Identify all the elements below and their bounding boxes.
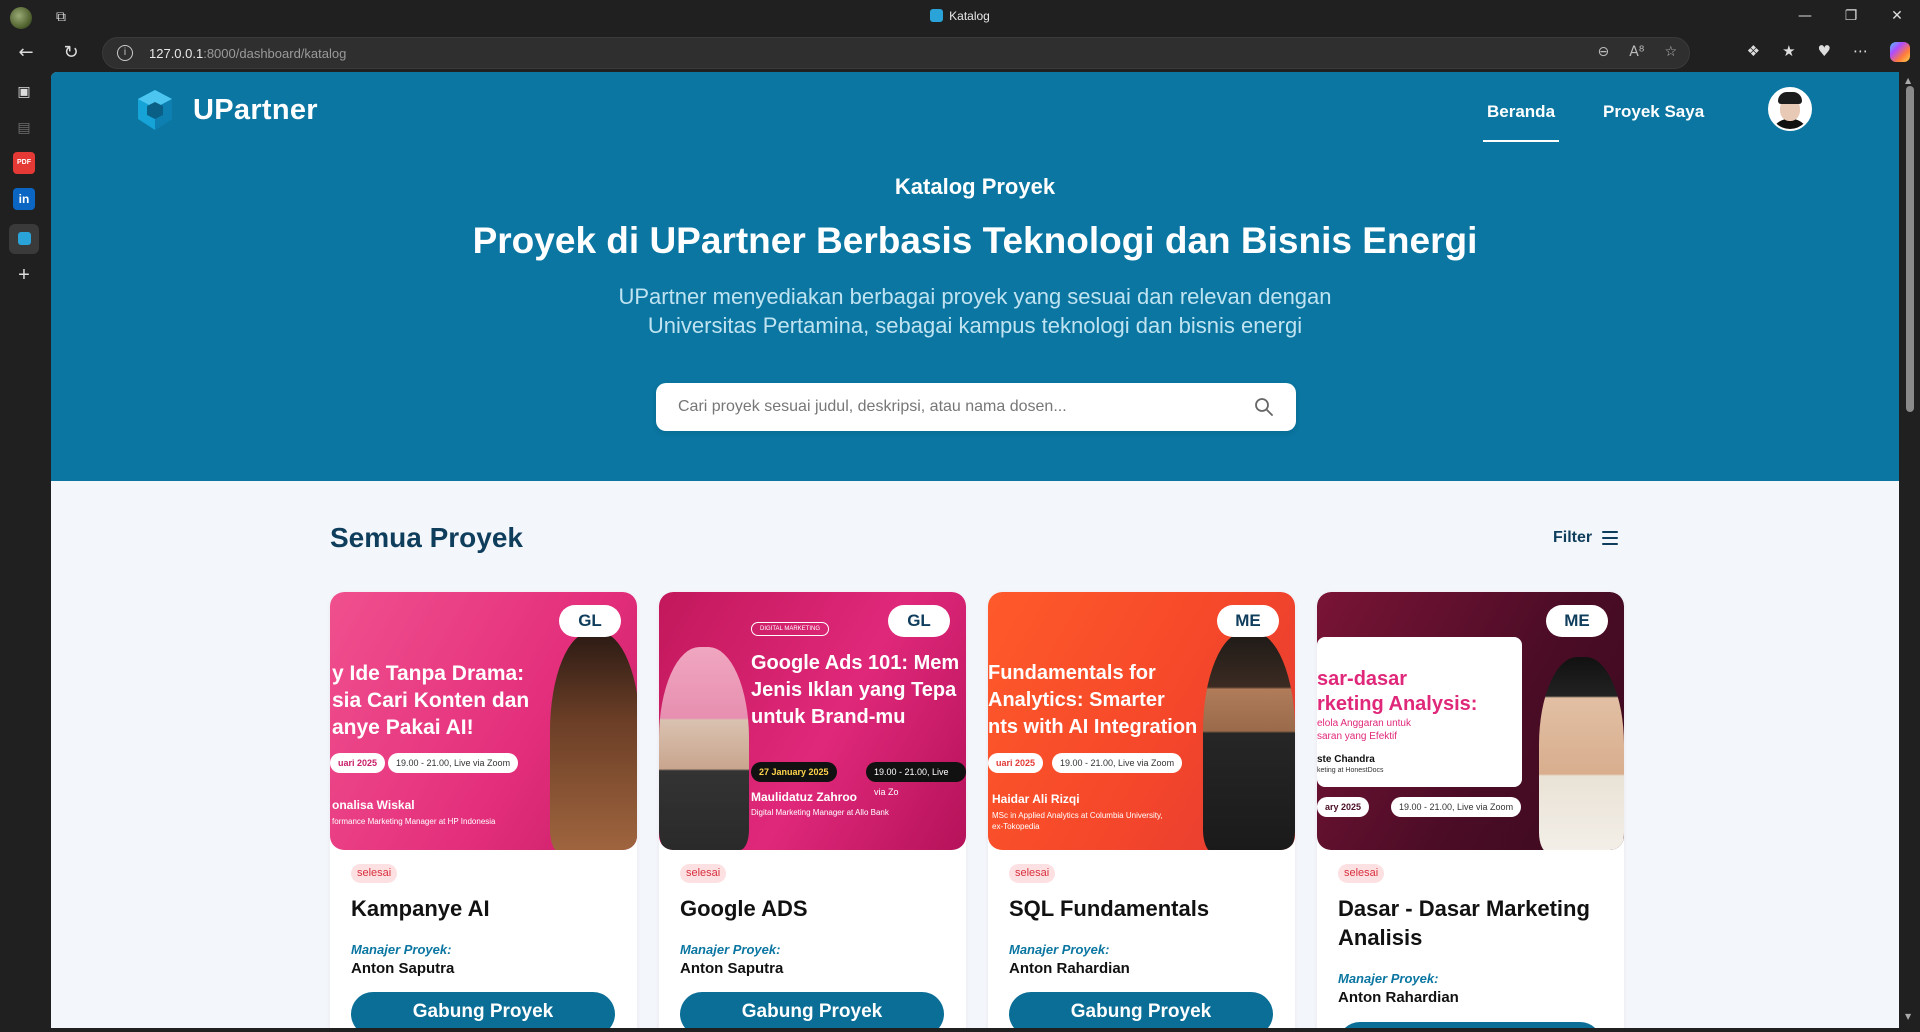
minimize-button[interactable]: — bbox=[1782, 0, 1828, 34]
pdf-app-icon[interactable]: PDF bbox=[13, 152, 35, 174]
project-card[interactable]: DIGITAL MARKETING Google Ads 101: Mem Je… bbox=[659, 592, 966, 1028]
scrollbar-thumb[interactable] bbox=[1906, 86, 1914, 412]
address-bar[interactable]: i 127.0.0.1:8000/dashboard/katalog ⊖ A⁸ … bbox=[102, 37, 1690, 69]
page-scrollbar[interactable]: ▲ ▼ bbox=[1900, 72, 1920, 1032]
project-title[interactable]: SQL Fundamentals bbox=[1009, 894, 1279, 923]
brand-logo[interactable]: UPartner bbox=[135, 88, 318, 132]
tab-title-text: Katalog bbox=[949, 9, 990, 23]
project-category-badge: GL bbox=[888, 605, 950, 637]
collections-icon[interactable]: ▤ bbox=[13, 116, 35, 138]
browser-essentials-icon[interactable]: ♥ bbox=[1818, 42, 1831, 62]
project-title[interactable]: Google ADS bbox=[680, 894, 950, 923]
browser-title-bar: ⧉ Katalog — ❐ ✕ bbox=[0, 0, 1920, 34]
extensions-icon[interactable]: ❖ bbox=[1747, 42, 1760, 62]
user-avatar[interactable] bbox=[1768, 87, 1812, 131]
project-category-badge: ME bbox=[1546, 605, 1608, 637]
reload-icon[interactable]: ↻ bbox=[59, 42, 83, 64]
manager-label: Manajer Proyek: bbox=[351, 942, 452, 957]
restore-button[interactable]: ❐ bbox=[1828, 0, 1874, 34]
manager-name: Anton Saputra bbox=[351, 960, 455, 977]
project-category-badge: ME bbox=[1217, 605, 1279, 637]
speaker-photo bbox=[659, 647, 749, 850]
project-card[interactable]: Fundamentals for Analytics: Smarter nts … bbox=[988, 592, 1295, 1028]
upartner-logo-icon bbox=[138, 90, 172, 130]
hero-description: UPartner menyediakan berbagai proyek yan… bbox=[618, 284, 1332, 338]
address-row: ← ↻ i 127.0.0.1:8000/dashboard/katalog ⊖… bbox=[0, 34, 1920, 72]
scroll-up-icon[interactable]: ▲ bbox=[1905, 76, 1911, 85]
tab-title[interactable]: Katalog bbox=[0, 9, 1920, 23]
speaker-photo bbox=[1203, 632, 1295, 850]
brand-name: UPartner bbox=[193, 93, 318, 126]
site-info-icon[interactable]: i bbox=[117, 45, 133, 61]
hero-title: Proyek di UPartner Berbasis Teknologi da… bbox=[472, 220, 1478, 261]
speaker-photo bbox=[550, 632, 637, 850]
scroll-down-icon[interactable]: ▼ bbox=[1905, 1012, 1911, 1021]
url-text[interactable]: 127.0.0.1:8000/dashboard/katalog bbox=[149, 46, 346, 61]
filter-icon bbox=[1602, 531, 1619, 545]
upartner-app-icon[interactable] bbox=[9, 224, 39, 254]
status-badge: selesai bbox=[680, 864, 727, 883]
read-aloud-icon[interactable]: A⁸ bbox=[1629, 44, 1644, 60]
manager-name: Anton Saputra bbox=[680, 960, 784, 977]
browser-sidebar: ▣ ▤ PDF in + bbox=[0, 72, 50, 1032]
linkedin-icon[interactable]: in bbox=[13, 188, 35, 210]
filter-label: Filter bbox=[1553, 529, 1593, 546]
search-box bbox=[656, 383, 1296, 431]
project-card[interactable]: sar-dasar rketing Analysis: elola Anggar… bbox=[1317, 592, 1624, 1028]
manager-name: Anton Rahardian bbox=[1009, 960, 1130, 977]
copilot-icon[interactable] bbox=[1890, 42, 1910, 62]
hero-section: UPartner Beranda Proyek Saya Katalog Pro… bbox=[51, 72, 1899, 481]
add-app-icon[interactable]: + bbox=[13, 264, 35, 286]
nav-proyek-saya[interactable]: Proyek Saya bbox=[1599, 102, 1708, 142]
filter-button[interactable]: Filter bbox=[1553, 529, 1619, 547]
speaker-photo bbox=[1539, 657, 1624, 850]
manager-label: Manajer Proyek: bbox=[1009, 942, 1110, 957]
favorite-star-icon[interactable]: ☆ bbox=[1664, 44, 1677, 60]
project-category-badge: GL bbox=[559, 605, 621, 637]
back-icon[interactable]: ← bbox=[14, 42, 38, 64]
manager-name: Anton Rahardian bbox=[1338, 989, 1459, 1006]
section-title: Semua Proyek bbox=[330, 522, 523, 553]
favorites-icon[interactable]: ★ bbox=[1782, 42, 1795, 62]
join-project-button[interactable]: Gabung Proyek bbox=[351, 992, 615, 1028]
page-viewport: UPartner Beranda Proyek Saya Katalog Pro… bbox=[51, 72, 1899, 1028]
top-navigation: Beranda Proyek Saya bbox=[1483, 102, 1708, 142]
project-title[interactable]: Kampanye AI bbox=[351, 894, 621, 923]
hero-subtitle: Katalog Proyek bbox=[894, 174, 1056, 199]
site-favicon-icon bbox=[930, 9, 944, 22]
join-project-button[interactable]: Gabung Proyek bbox=[1338, 1022, 1602, 1028]
tab-actions-icon[interactable]: ▣ bbox=[13, 80, 35, 102]
manager-label: Manajer Proyek: bbox=[680, 942, 781, 957]
project-card[interactable]: y Ide Tanpa Drama: sia Cari Konten dan a… bbox=[330, 592, 637, 1028]
status-badge: selesai bbox=[1338, 864, 1385, 883]
more-menu-icon[interactable]: ⋯ bbox=[1853, 42, 1868, 62]
status-badge: selesai bbox=[351, 864, 398, 883]
status-badge: selesai bbox=[1009, 864, 1056, 883]
manager-label: Manajer Proyek: bbox=[1338, 971, 1439, 986]
zoom-icon[interactable]: ⊖ bbox=[1598, 44, 1610, 60]
join-project-button[interactable]: Gabung Proyek bbox=[1009, 992, 1273, 1028]
join-project-button[interactable]: Gabung Proyek bbox=[680, 992, 944, 1028]
close-window-button[interactable]: ✕ bbox=[1874, 0, 1920, 34]
project-title[interactable]: Dasar - Dasar Marketing Analisis bbox=[1338, 894, 1608, 952]
nav-beranda[interactable]: Beranda bbox=[1483, 102, 1560, 142]
search-icon[interactable] bbox=[1254, 397, 1274, 417]
search-input[interactable] bbox=[678, 383, 1238, 431]
